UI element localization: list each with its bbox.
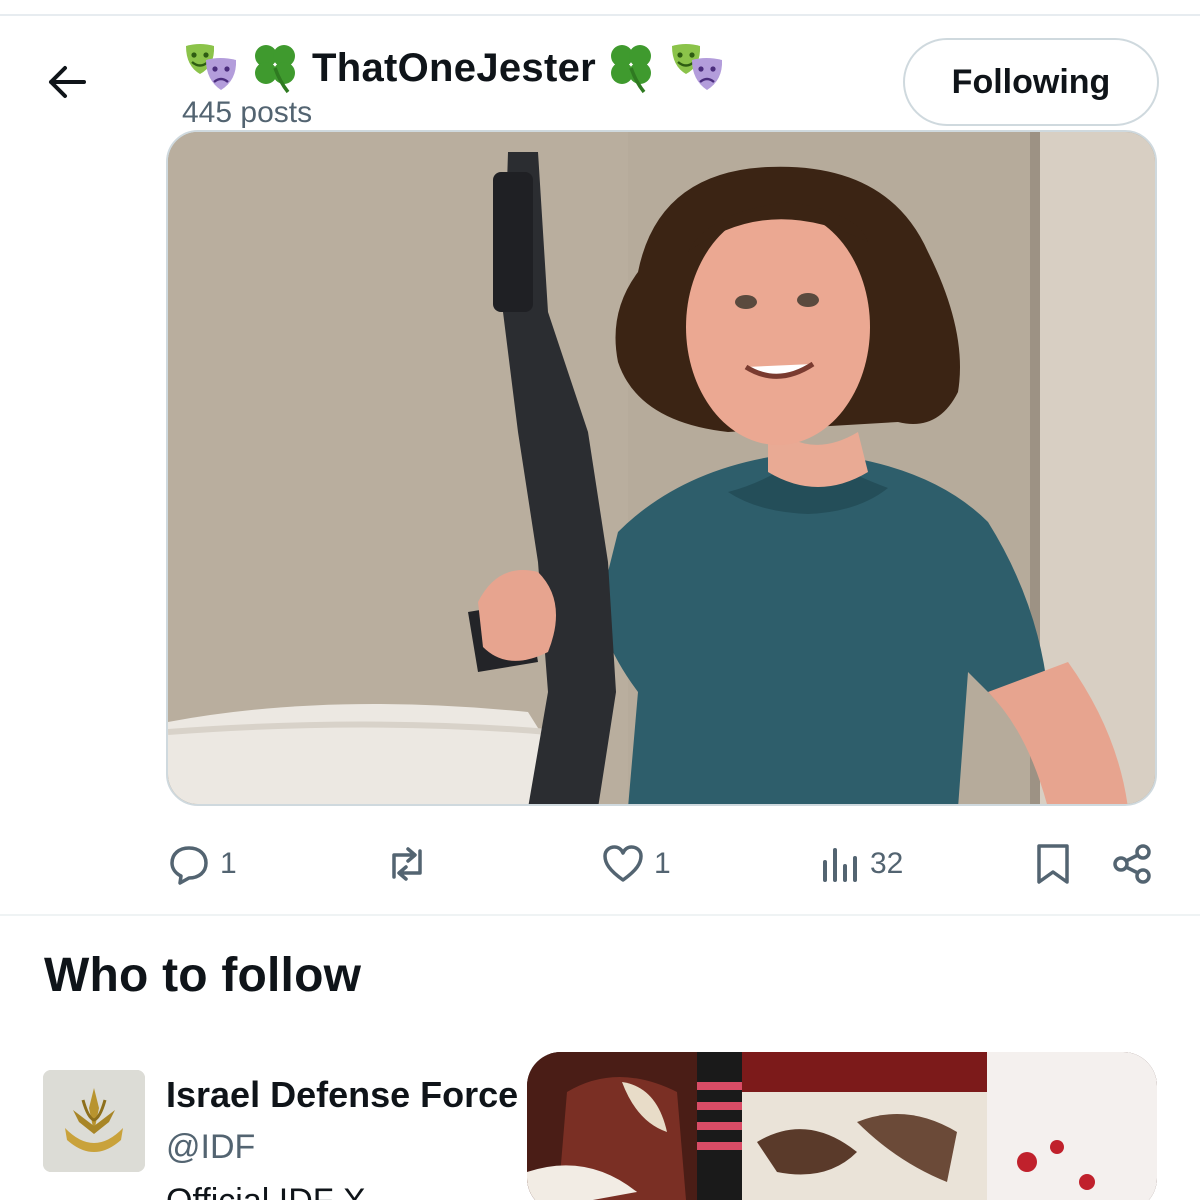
performing-arts-icon bbox=[182, 40, 240, 96]
suggestion-bio: Official IDF X bbox=[166, 1182, 366, 1200]
profile-header: ThatOneJester 445 posts Following bbox=[0, 16, 1200, 148]
suggestion-name[interactable]: Israel Defense Force bbox=[166, 1074, 518, 1116]
like-button[interactable]: 1 bbox=[602, 832, 671, 896]
section-divider bbox=[0, 914, 1200, 916]
reply-icon bbox=[170, 846, 208, 885]
following-button[interactable]: Following bbox=[903, 38, 1159, 126]
share-icon bbox=[1113, 844, 1151, 884]
views-count: 32 bbox=[870, 847, 904, 880]
post-action-bar: 1 1 32 bbox=[0, 832, 1200, 896]
display-name: ThatOneJester bbox=[312, 45, 596, 90]
analytics-icon bbox=[823, 848, 857, 882]
post-photo[interactable] bbox=[166, 130, 1157, 806]
performing-arts-icon bbox=[668, 40, 726, 96]
share-button[interactable] bbox=[1112, 832, 1154, 896]
avatar[interactable] bbox=[43, 1070, 145, 1172]
suggestion-handle: @IDF bbox=[166, 1128, 256, 1166]
views-button[interactable]: 32 bbox=[820, 832, 903, 896]
bookmark-icon bbox=[1037, 844, 1069, 884]
heart-icon bbox=[603, 845, 643, 882]
bookmark-button[interactable] bbox=[1034, 832, 1072, 896]
reply-button[interactable]: 1 bbox=[168, 832, 237, 896]
back-button[interactable] bbox=[34, 60, 98, 104]
retweet-button[interactable] bbox=[384, 832, 440, 896]
photo-illustration bbox=[168, 132, 1155, 804]
four-leaf-clover-icon bbox=[248, 40, 304, 96]
retweet-icon bbox=[392, 847, 422, 881]
display-name-row: ThatOneJester bbox=[182, 40, 726, 96]
four-leaf-clover-icon bbox=[604, 40, 660, 96]
post-count: 445 posts bbox=[182, 96, 313, 129]
like-count: 1 bbox=[654, 847, 671, 880]
back-arrow-icon bbox=[49, 66, 86, 98]
profile-preview-card[interactable] bbox=[527, 1052, 1157, 1200]
who-to-follow-heading: Who to follow bbox=[44, 949, 362, 1002]
profile-banner-collage bbox=[527, 1052, 1157, 1200]
reply-count: 1 bbox=[220, 847, 237, 880]
idf-emblem-icon bbox=[43, 1070, 145, 1172]
